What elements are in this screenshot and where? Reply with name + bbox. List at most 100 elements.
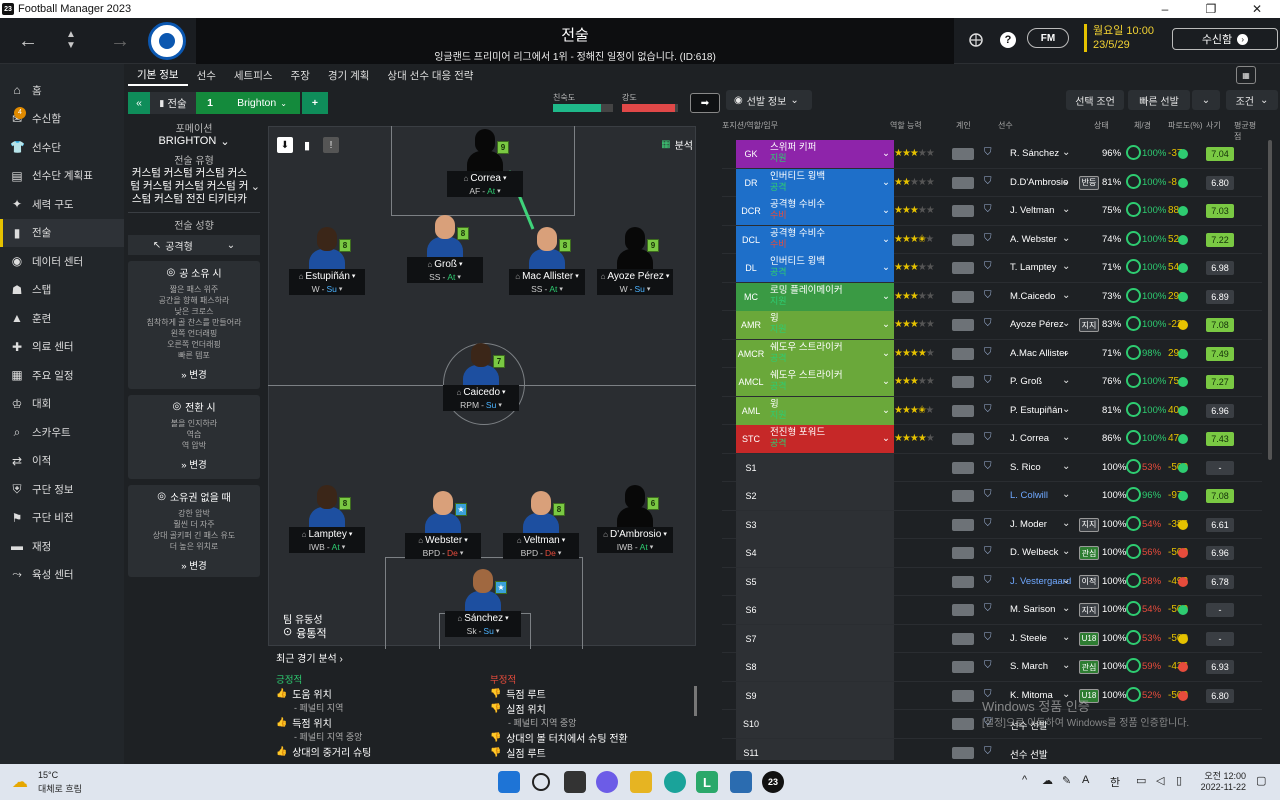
tactic-slot-number[interactable]: 1 [196, 92, 224, 114]
layout-toggle-icon[interactable]: ▦ [1236, 66, 1256, 84]
chevron-down-icon[interactable]: ⌄ [1062, 204, 1070, 215]
tab-3[interactable]: 주장 [282, 64, 319, 86]
player-name-cell[interactable]: J. Moder [1010, 519, 1047, 530]
role-cell[interactable]: 공격형 수비수 수비 ⌄ [766, 225, 894, 254]
player-info-icons[interactable] [952, 176, 974, 189]
network-icon[interactable]: ▭ [1136, 774, 1146, 787]
chevron-down-icon[interactable]: ▾ [352, 272, 356, 280]
chevron-down-icon[interactable]: ⌄ [1062, 347, 1070, 358]
task-view-icon[interactable] [564, 771, 586, 793]
player-name-cell[interactable]: Ayoze Pérez [1010, 319, 1064, 330]
player-token[interactable]: ★ ⌂ Sánchez ▾ Sk - Su ▾ [445, 567, 521, 637]
chevron-down-icon[interactable]: ▾ [503, 174, 507, 182]
player-token[interactable]: 8 ⌂ Estupiñán ▾ W - Su ▾ [289, 225, 365, 295]
player-role-plate[interactable]: AF - At ▾ [447, 185, 523, 197]
player-name-cell[interactable]: J. Veltman [1010, 205, 1054, 216]
back-arrow-icon[interactable]: ← [14, 28, 42, 54]
player-info-icons[interactable] [952, 661, 974, 673]
table-row[interactable]: S8⛉S. March⌄관심100%59%-4366.93 [722, 653, 1262, 682]
sidebar-item-club[interactable]: ⛨ 구단 정보 [0, 475, 124, 504]
player-info-icons[interactable] [952, 746, 974, 759]
player-name-cell[interactable]: T. Lamptey [1010, 262, 1056, 273]
tactic-team-dropdown[interactable]: Brighton ⌄ [224, 92, 300, 114]
quick-pick-button[interactable]: 빠른 선발 [1128, 90, 1190, 110]
sidebar-item-tactics[interactable]: ▮ 전술 [0, 218, 124, 247]
chevron-down-icon[interactable]: ⌄ [1062, 176, 1070, 187]
download-icon[interactable]: ⬇ [277, 137, 293, 153]
tab-0[interactable]: 기본 정보 [128, 64, 188, 86]
chevron-down-icon[interactable]: ▾ [502, 388, 506, 396]
player-info-icons[interactable] [952, 718, 974, 730]
style-dropdown[interactable]: 커스텀 커스텀 커스텀 커스텀 커스텀 커스텀 커스텀 커스텀 커스텀 전진 티… [128, 167, 260, 206]
player-info-icons[interactable] [952, 518, 974, 531]
column-header[interactable]: 포지션/역할/임무 [722, 120, 778, 131]
table-row[interactable]: S7⛉J. Steele⌄U18100%53%-500- [722, 624, 1262, 653]
cloud-icon[interactable]: ☁ [1042, 774, 1053, 787]
player-token[interactable]: 6 ⌂ D'Ambrosio ▾ IWB - At ▾ [597, 483, 673, 553]
table-row[interactable]: AMR 윙 지원 ⌄ ★★★★★ ⛉ Ayoze Pérez ⌄ 지지 83% 100% -22 7.0… [722, 311, 1262, 340]
column-header[interactable]: 계인 [956, 120, 971, 131]
analysis-item[interactable]: 👎 실점 위치 [490, 701, 690, 716]
transition-change-button[interactable]: » 변경 [130, 457, 258, 471]
tab-2[interactable]: 세트피스 [225, 64, 282, 86]
sidebar-item-development[interactable]: ⤳ 육성 센터 [0, 561, 124, 590]
role-cell[interactable]: 윙 지원 ⌄ [766, 311, 894, 339]
sidebar-item-medical[interactable]: ✚ 의료 센터 [0, 333, 124, 362]
player-info-icons[interactable] [952, 461, 974, 474]
player-name-cell[interactable]: J. Steele [1010, 633, 1047, 644]
player-name-cell[interactable]: M.Caicedo [1010, 291, 1055, 302]
chevron-down-icon[interactable]: ⌄ [1062, 261, 1070, 272]
table-row[interactable]: S6⛉M. Sarison⌄지지100%54%-500- [722, 596, 1262, 625]
bar-chart-icon[interactable]: ▮ [299, 137, 315, 153]
pen-icon[interactable]: ✎ [1062, 774, 1071, 787]
sidebar-item-scout[interactable]: ⌕ 스카우트 [0, 418, 124, 447]
sidebar-item-trophy[interactable]: ♔ 대회 [0, 390, 124, 419]
analysis-item[interactable]: 👍 득점 위치 [276, 715, 476, 730]
tray-chevron-icon[interactable]: ^ [1022, 774, 1027, 786]
chat-icon[interactable] [596, 771, 618, 793]
chevron-down-icon[interactable]: ⌄ [1062, 233, 1070, 244]
volume-icon[interactable]: ◁ [1156, 774, 1164, 787]
analysis-item[interactable]: 👎 실점 루트 [490, 745, 690, 760]
player-info-icons[interactable] [952, 604, 974, 616]
player-name-cell[interactable]: D. Welbeck [1010, 547, 1058, 558]
sidebar-item-planner[interactable]: ▤ 선수단 계획표 [0, 162, 124, 191]
font-icon[interactable]: A [1082, 774, 1089, 786]
table-row[interactable]: AML 윙 지원 ⌄ ★★★✬★ ⛉ P. Estupiñán ⌄ 81% 100% 40 6.96 [722, 396, 1262, 425]
player-info-icons[interactable] [952, 347, 974, 360]
analysis-item[interactable]: 👎 상대의 볼 터치에서 슈팅 전환 [490, 730, 690, 745]
table-row[interactable]: DCL 공격형 수비수 수비 ⌄ ★★★✬★ ⛉ A. Webster ⌄ 74% 100% 52 7… [722, 225, 1262, 254]
chevron-down-icon[interactable]: ⌄ [1062, 375, 1070, 386]
player-info-icons[interactable] [952, 319, 974, 331]
role-cell[interactable] [766, 453, 894, 482]
role-cell[interactable] [766, 710, 894, 738]
column-header[interactable]: 사기 [1206, 120, 1221, 131]
social-icon[interactable] [964, 28, 988, 52]
sidebar-item-finance[interactable]: ▬ 재정 [0, 532, 124, 561]
tab-4[interactable]: 경기 계획 [319, 64, 379, 86]
weather-icon[interactable]: ☁ [12, 772, 28, 792]
add-tactic-button[interactable]: + [302, 92, 328, 114]
column-header[interactable]: 역할 능력 [890, 120, 922, 131]
player-info-icons[interactable] [952, 490, 974, 502]
player-info-icons[interactable] [952, 233, 974, 246]
table-scrollbar[interactable] [1268, 140, 1272, 460]
analysis-title-link[interactable]: 최근 경기 분석 › [276, 650, 700, 665]
role-cell[interactable]: 전진형 포워드 공격 ⌄ [766, 425, 894, 453]
filter-dropdown[interactable]: 조건 ⌄ [1226, 90, 1278, 110]
player-info-icons[interactable] [952, 404, 974, 417]
chevron-down-icon[interactable]: ▾ [575, 272, 579, 280]
role-cell[interactable]: 쉐도우 스트라이커 공격 ⌄ [766, 368, 894, 396]
up-down-nav-icon[interactable]: ▲ ▼ [62, 22, 80, 58]
table-row[interactable]: S5⛉J. Vestergaard⌄이적100%58%-4926.78 [722, 567, 1262, 596]
column-header[interactable]: 평균평점 [1234, 120, 1262, 142]
player-info-icons[interactable] [952, 262, 974, 274]
player-info-icons[interactable] [952, 148, 974, 160]
swap-icon[interactable]: ➡ [690, 93, 720, 113]
sidebar-item-staff[interactable]: ☗ 스탭 [0, 276, 124, 305]
table-row[interactable]: DCR 공격형 수비수 수비 ⌄ ★★★★★ ⛉ J. Veltman ⌄ 75% 100% 88 7… [722, 197, 1262, 226]
club-crest[interactable] [148, 22, 186, 60]
quick-pick-dropdown-icon[interactable]: ⌄ [1192, 90, 1220, 110]
chevron-down-icon[interactable]: ▾ [666, 272, 670, 280]
table-row[interactable]: S4⛉D. Welbeck⌄관심100%56%-5006.96 [722, 539, 1262, 568]
